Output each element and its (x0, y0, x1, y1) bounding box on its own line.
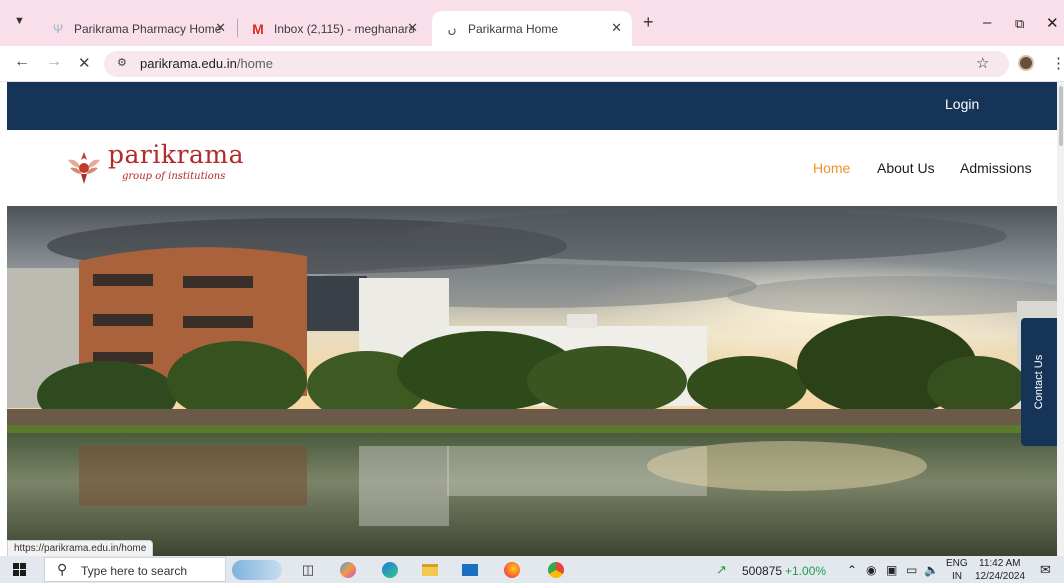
page-content: Login parikrama group of institutions Ho… (7, 82, 1057, 556)
close-tab-icon[interactable]: ✕ (611, 20, 622, 36)
site-top-bar: Login (7, 82, 1057, 130)
tab-list-chevron-icon[interactable]: ▼ (14, 15, 25, 27)
stock-change[interactable]: +1.00% (785, 564, 826, 578)
close-tab-icon[interactable]: ✕ (407, 20, 418, 36)
address-bar[interactable]: ⚙ parikrama.edu.in/home (104, 51, 1009, 77)
profile-avatar[interactable] (1018, 55, 1034, 71)
show-hidden-icons-icon[interactable]: ⌃ (847, 563, 857, 577)
logo-tagline: group of institutions (122, 171, 226, 182)
browser-menu-icon[interactable]: ⋮ (1051, 54, 1064, 72)
tab-title: Parikrama Pharmacy Home (74, 21, 222, 36)
site-navbar: parikrama group of institutions Home Abo… (7, 130, 1057, 206)
bookmark-star-icon[interactable]: ☆ (976, 54, 989, 72)
edge-icon[interactable] (380, 560, 400, 580)
site-info-icon[interactable]: ⚙ (117, 56, 127, 69)
gmail-icon: M (252, 20, 264, 37)
nav-about-us[interactable]: About Us (877, 160, 935, 176)
restore-icon[interactable]: ⧉ (1015, 16, 1024, 32)
logo-name: parikrama (108, 140, 244, 169)
campus-photo (7, 206, 1057, 556)
login-link[interactable]: Login (945, 96, 979, 112)
search-icon: ⚲ (57, 561, 68, 577)
meet-now-icon[interactable]: ◉ (866, 563, 876, 577)
nav-admissions[interactable]: Admissions (960, 160, 1032, 176)
clock-date[interactable]: 12/24/2024 (975, 571, 1025, 582)
pharmacy-favicon-icon: Ψ (52, 21, 64, 36)
scrollbar-thumb[interactable] (1059, 86, 1063, 146)
language-region[interactable]: IN (952, 571, 962, 582)
close-tab-icon[interactable]: ✕ (215, 20, 226, 36)
stock-value[interactable]: 500875 (742, 564, 782, 578)
close-window-icon[interactable]: ✕ (1046, 14, 1059, 32)
url-text: parikrama.edu.in/home (140, 56, 273, 71)
copilot-icon[interactable] (338, 560, 358, 580)
file-explorer-icon[interactable] (420, 560, 440, 580)
forward-icon[interactable]: → (46, 53, 62, 71)
language-code[interactable]: ENG (946, 558, 968, 569)
back-icon[interactable]: ← (14, 53, 30, 71)
volume-icon[interactable]: 🔈 (924, 563, 939, 577)
minimize-icon[interactable]: – (983, 14, 991, 31)
battery-icon[interactable]: ▭ (906, 563, 917, 577)
chrome-icon[interactable] (546, 560, 566, 580)
new-tab-icon[interactable]: + (643, 12, 654, 33)
display-icon[interactable]: ▣ (886, 563, 897, 577)
stock-trend-icon[interactable]: ↗ (716, 562, 727, 578)
hero-campus-image (7, 206, 1057, 556)
tab-title: Inbox (2,115) - meghanaraykar (274, 21, 414, 36)
browser-tab-strip: ▼ Ψ Parikrama Pharmacy Home ✕ M Inbox (2… (0, 0, 1064, 46)
page-scrollbar[interactable] (1057, 82, 1064, 556)
firefox-icon[interactable] (502, 560, 522, 580)
tab-parikarma[interactable]: ں Parikarma Home ✕ (432, 11, 632, 46)
contact-us-tab[interactable]: Contact Us (1021, 318, 1057, 446)
parikrama-favicon-icon: ں (447, 21, 457, 36)
stop-loading-icon[interactable]: ✕ (78, 54, 91, 72)
logo-emblem-icon (68, 152, 100, 184)
holiday-widget-icon[interactable] (232, 560, 282, 580)
mail-icon[interactable] (460, 560, 480, 580)
task-view-icon[interactable]: ◫ (298, 560, 318, 580)
taskbar-search-box[interactable]: ⚲ Type here to search (44, 557, 226, 582)
notifications-icon[interactable]: ✉ (1040, 562, 1051, 578)
link-status-url: https://parikrama.edu.in/home (7, 540, 154, 557)
site-logo[interactable]: parikrama group of institutions (64, 140, 244, 188)
tab-gmail[interactable]: M Inbox (2,115) - meghanaraykar ✕ (238, 11, 428, 46)
windows-taskbar: ⚲ Type here to search ◫ ↗ 500875 +1.00% … (0, 556, 1064, 583)
tab-title: Parikarma Home (468, 21, 559, 36)
search-placeholder: Type here to search (81, 564, 188, 578)
tab-pharmacy[interactable]: Ψ Parikrama Pharmacy Home ✕ (38, 11, 236, 46)
browser-toolbar: ← → ✕ ⚙ parikrama.edu.in/home ☆ ⋮ (0, 46, 1064, 82)
nav-home[interactable]: Home (813, 160, 850, 176)
clock-time[interactable]: 11:42 AM (979, 558, 1021, 569)
windows-start-icon[interactable] (13, 563, 26, 576)
